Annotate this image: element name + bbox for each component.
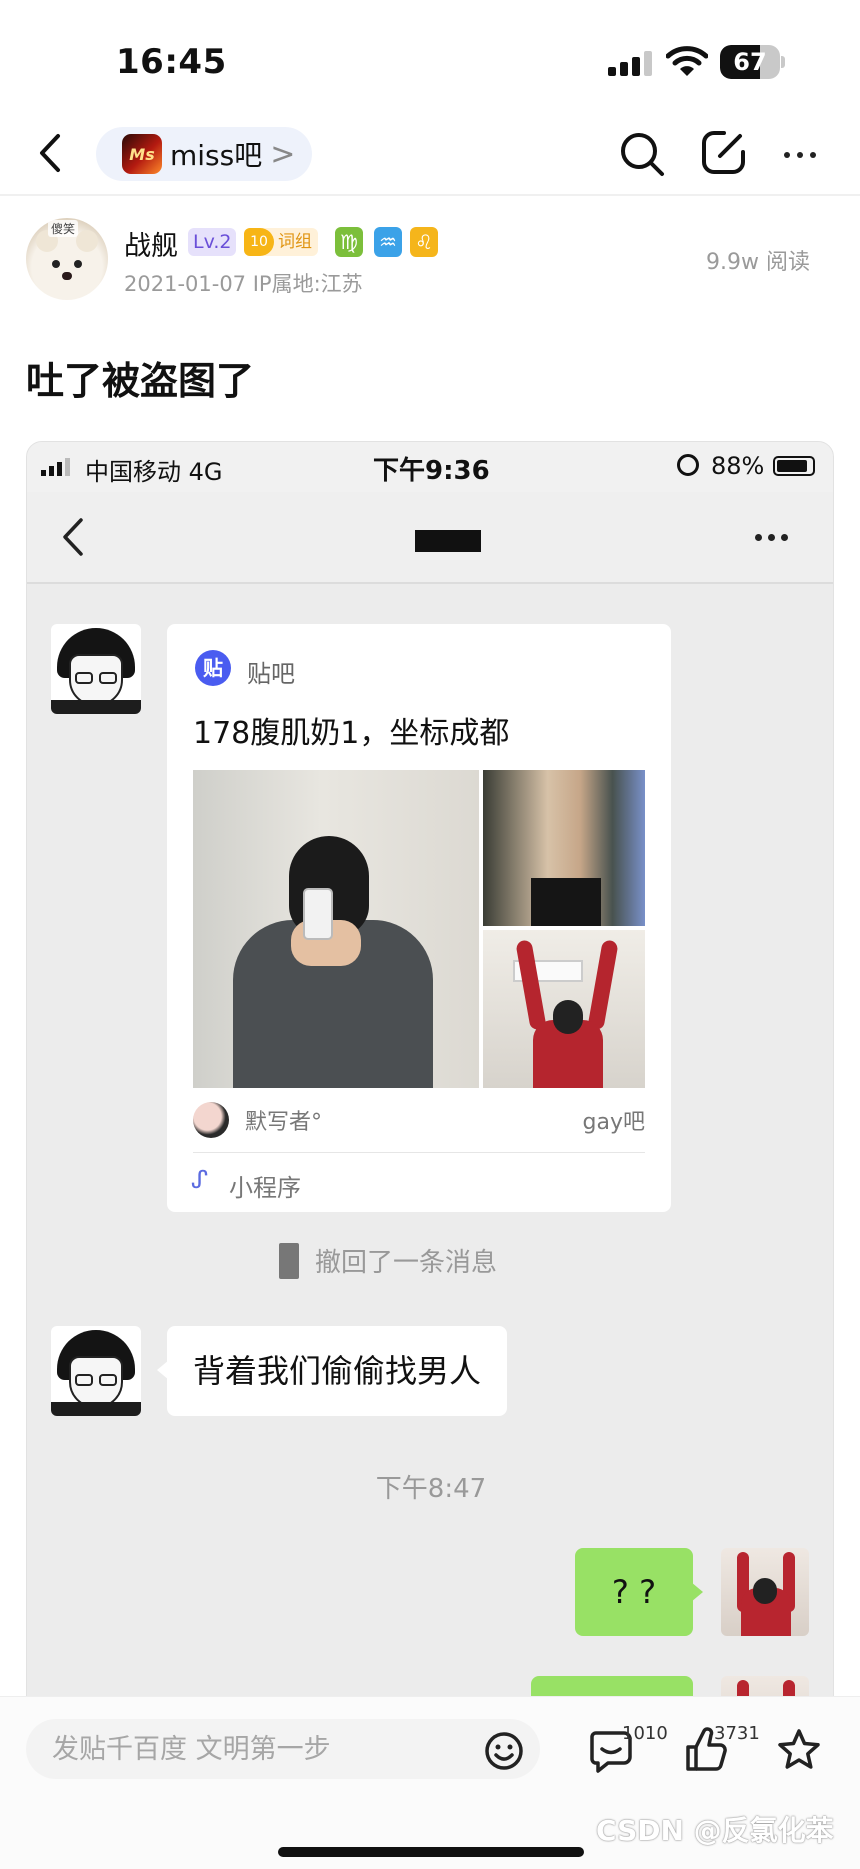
star-icon[interactable] [776,1727,822,1773]
embedded-signal-icon [41,458,70,476]
chat-timestamp: 下午8:47 [375,1474,487,1504]
back-icon[interactable] [30,128,74,178]
chat-avatar-friend [51,624,141,714]
chevron-right-icon: > [270,136,296,172]
embedded-nav-bar [27,492,833,584]
forum-logo: Ms [122,134,162,174]
forum-chip[interactable]: Ms miss吧 > [96,127,312,181]
chat-bubble-received: 背着我们偷偷找男人 [156,1326,508,1416]
csdn-watermark: CSDN @反氯化苯 [596,1814,834,1847]
card-photo-top [483,770,645,926]
edit-icon[interactable] [700,128,748,176]
card-author-avatar [193,1102,229,1138]
group-label: 词组 [278,232,312,252]
battery-icon: 67 [720,45,785,79]
chat-avatar-self [721,1548,809,1636]
embedded-battery-percentage: 88% [711,452,765,480]
group-badge: 10 词组 [244,228,318,256]
avatar-tag: 傻笑 [48,220,79,237]
embedded-carrier: 中国移动 4G [85,458,223,486]
mini-program-label: 小程序 [229,1174,301,1202]
read-count: 9.9w 阅读 [706,250,810,275]
status-bar: 16:45 67 [0,0,860,110]
tieba-app-icon: 贴 [195,650,231,686]
home-indicator[interactable] [278,1847,584,1857]
leo-icon: ♌ [410,227,438,257]
redacted-chat-title [415,530,481,552]
post-meta: 2021-01-07 IP属地:江苏 [124,272,363,296]
signal-icon [608,50,652,76]
reply-input[interactable] [26,1719,540,1779]
like-count: 3731 [714,1723,760,1744]
embedded-more-icon [755,534,788,541]
card-photo-grid [193,770,645,1088]
emoji-icon[interactable] [484,1731,524,1771]
status-time: 16:45 [116,42,227,82]
recall-text: 撤回了一条消息 [315,1248,498,1278]
author-name[interactable]: 战舰 [124,224,178,263]
card-photo-main [193,770,479,1088]
recalled-message-notice: 撤回了一条消息 [279,1242,497,1279]
nav-bar: Ms miss吧 > [0,110,860,196]
group-level: 10 [244,228,274,256]
more-icon[interactable] [784,152,816,158]
author-avatar[interactable]: 傻笑 [26,218,108,300]
aquarius-icon: ♒ [374,227,402,257]
chat-avatar-friend [51,1326,141,1416]
card-app-name: 贴吧 [247,660,295,688]
battery-percentage: 67 [733,48,767,76]
forum-name: miss吧 [170,139,263,172]
card-photo-bottom [483,930,645,1088]
post-title: 吐了被盗图了 [26,359,255,403]
search-icon[interactable] [618,130,666,178]
card-forum: gay吧 [582,1110,645,1135]
rotation-lock-icon [677,454,699,476]
embedded-back-icon [63,518,83,556]
mini-program-icon: ᔑ [191,1166,209,1194]
embedded-status-bar: 中国移动 4G 下午9:36 88% [27,442,833,492]
card-title: 178腹肌奶1，坐标成都 [193,716,510,751]
embedded-time: 下午9:36 [373,456,490,486]
chat-bubble-sent: ? ? [575,1548,703,1636]
level-badge: Lv.2 [188,228,237,256]
virgo-icon: ♍ [335,227,363,257]
shared-post-card: 贴 贴吧 178腹肌奶1，坐标成都 默写者° gay吧 ᔑ 小程序 [167,624,671,1212]
comment-count: 1010 [622,1723,668,1744]
card-author-name: 默写者° [245,1110,323,1135]
post-image[interactable]: 中国移动 4G 下午9:36 88% 贴 贴吧 178腹肌奶1，坐标成都 默写者… [26,441,834,1721]
bottom-bar: 1010 3731 CSDN @反氯化苯 [0,1696,860,1869]
embedded-battery-icon [773,456,815,476]
wifi-icon [666,46,708,76]
card-divider [193,1152,645,1153]
